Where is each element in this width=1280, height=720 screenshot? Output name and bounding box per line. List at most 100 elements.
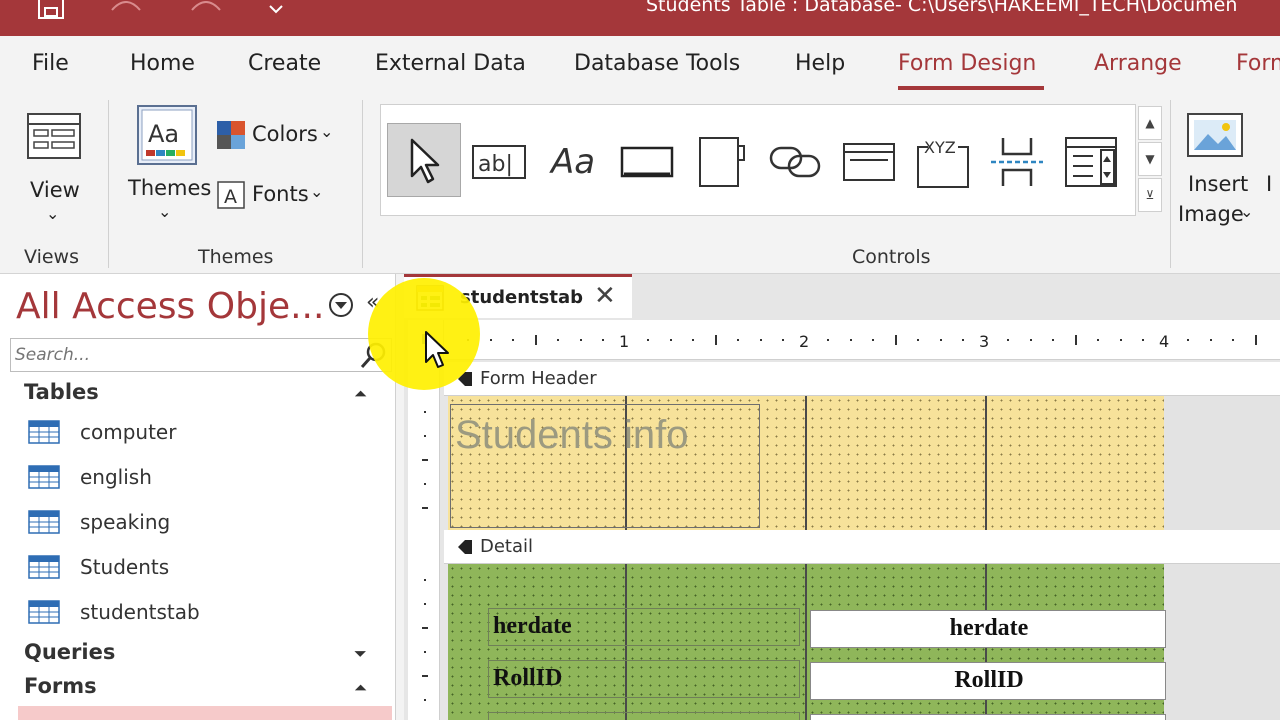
- field-label-herdate[interactable]: herdate: [488, 608, 800, 646]
- nav-item-label: english: [80, 465, 152, 489]
- ruler-number: 4: [1159, 332, 1169, 351]
- nav-item-english[interactable]: english: [28, 463, 368, 493]
- group-separator: [1170, 100, 1171, 268]
- title-label-text: Students info: [455, 413, 689, 457]
- tab-format[interactable]: Form: [1236, 51, 1280, 76]
- nav-group-queries[interactable]: Queries: [24, 640, 115, 664]
- form-header-section-bar[interactable]: Form Header: [444, 362, 1280, 396]
- tab-arrange[interactable]: Arrange: [1094, 51, 1182, 76]
- title-label-control[interactable]: Students info: [450, 404, 760, 528]
- field-label-rollid[interactable]: RollID: [488, 660, 800, 698]
- themes-button[interactable]: Aa Themes ⌄: [124, 102, 211, 232]
- nav-item-studentstab[interactable]: studentstab: [28, 598, 368, 628]
- nav-item-students[interactable]: Students: [28, 553, 368, 583]
- navigation-pane: All Access Obje... « Tables ⏶ computer e…: [0, 274, 396, 720]
- tab-form-design[interactable]: Form Design: [898, 51, 1036, 76]
- themes-icon: Aa: [137, 105, 197, 165]
- selected-form-item[interactable]: [18, 706, 392, 720]
- nav-item-label: computer: [80, 420, 177, 444]
- mouse-pointer-icon: [425, 331, 449, 368]
- colors-label: Colors: [252, 122, 318, 146]
- grid-line: [805, 564, 807, 720]
- nav-pane-title[interactable]: All Access Obje...: [16, 286, 324, 327]
- collapse-up-icon[interactable]: ⏶: [354, 678, 367, 698]
- select-control[interactable]: [387, 123, 461, 197]
- save-icon[interactable]: [36, 0, 66, 22]
- section-marker-icon: [458, 540, 472, 554]
- tab-control-icon: [699, 137, 745, 187]
- nav-group-forms[interactable]: Forms: [24, 674, 97, 698]
- form-header-outside: [1164, 396, 1280, 530]
- page-break-control[interactable]: [983, 127, 1051, 197]
- button-control[interactable]: [613, 127, 681, 197]
- field-textbox-next[interactable]: [810, 714, 1166, 720]
- undo-icon[interactable]: [106, 0, 146, 22]
- insert-image-button[interactable]: Insert Image ⌄: [1176, 106, 1260, 236]
- fonts-label: Fonts: [252, 182, 309, 206]
- title-bar: Students Table : Database- C:\Users\HAKE…: [0, 0, 1280, 36]
- controls-scroll: ▲ ▼ ⊻: [1138, 106, 1162, 216]
- field-textbox-text: herdate: [949, 615, 1029, 641]
- nav-menu-icon[interactable]: [328, 292, 354, 318]
- nav-item-speaking[interactable]: speaking: [28, 508, 368, 538]
- colors-button[interactable]: Colors ⌄: [214, 120, 344, 150]
- hyperlink-control[interactable]: [761, 127, 829, 197]
- navigation-icon: XYZ: [917, 135, 969, 188]
- nav-group-tables[interactable]: Tables: [24, 380, 99, 404]
- detail-section-bar[interactable]: Detail: [444, 530, 1280, 564]
- expand-down-icon[interactable]: ⏷: [354, 644, 367, 664]
- scroll-up-button[interactable]: ▲: [1138, 106, 1162, 140]
- next-command-label[interactable]: I: [1266, 172, 1272, 196]
- ribbon-tabs: File Home Create External Data Database …: [0, 36, 1280, 98]
- close-icon[interactable]: ✕: [594, 281, 616, 311]
- table-icon: [28, 510, 60, 534]
- group-separator: [362, 100, 363, 268]
- svg-text:XYZ: XYZ: [924, 138, 956, 157]
- active-tab-indicator: [898, 86, 1044, 90]
- nav-search-input[interactable]: [15, 343, 355, 367]
- tab-help[interactable]: Help: [795, 51, 845, 76]
- textbox-control[interactable]: ab|: [465, 127, 533, 197]
- document-tab-label: studentstab: [460, 287, 583, 308]
- more-controls-button[interactable]: ⊻: [1138, 178, 1162, 212]
- image-label: Image: [1178, 202, 1244, 226]
- collapse-up-icon[interactable]: ⏶: [354, 384, 367, 404]
- ruler-number: 2: [799, 332, 809, 351]
- field-textbox-text: RollID: [954, 667, 1024, 693]
- combo-box-control[interactable]: [1057, 127, 1125, 197]
- chevron-down-icon: ⌄: [1240, 202, 1254, 221]
- tab-external-data[interactable]: External Data: [375, 51, 526, 76]
- detail-label: Detail: [480, 536, 534, 557]
- nav-item-computer[interactable]: computer: [28, 418, 368, 448]
- redo-icon[interactable]: [186, 0, 226, 22]
- chevron-down-icon: ⌄: [310, 182, 324, 201]
- views-group-label: Views: [24, 246, 79, 268]
- ruler-number: 1: [619, 332, 629, 351]
- link-icon: [769, 146, 821, 178]
- tab-control[interactable]: [687, 127, 755, 197]
- web-browser-control[interactable]: [835, 127, 903, 197]
- detail-outside: [1164, 564, 1280, 720]
- scroll-down-button[interactable]: ▼: [1138, 142, 1162, 176]
- customize-qat-icon[interactable]: [266, 0, 286, 22]
- table-icon: [28, 465, 60, 489]
- tab-file[interactable]: File: [32, 51, 69, 76]
- window-title: Students Table : Database- C:\Users\HAKE…: [646, 0, 1238, 16]
- combo-box-icon: [1065, 137, 1117, 187]
- tab-home[interactable]: Home: [130, 51, 195, 76]
- colors-icon: [217, 121, 245, 149]
- chevron-down-icon: ⌄: [46, 204, 60, 223]
- fonts-icon: A: [217, 181, 245, 209]
- label-control[interactable]: Aa: [539, 127, 607, 197]
- view-button[interactable]: View ⌄: [14, 104, 96, 234]
- fonts-button[interactable]: A Fonts ⌄: [214, 180, 344, 210]
- field-label-next[interactable]: [488, 712, 800, 720]
- svg-text:A: A: [224, 186, 237, 208]
- button-icon: [620, 146, 674, 178]
- tab-create[interactable]: Create: [248, 51, 321, 76]
- field-textbox-herdate[interactable]: herdate: [810, 610, 1166, 648]
- field-textbox-rollid[interactable]: RollID: [810, 662, 1166, 700]
- label-control-text: Aa: [550, 142, 596, 182]
- navigation-control[interactable]: XYZ: [909, 127, 977, 197]
- tab-database-tools[interactable]: Database Tools: [574, 51, 740, 76]
